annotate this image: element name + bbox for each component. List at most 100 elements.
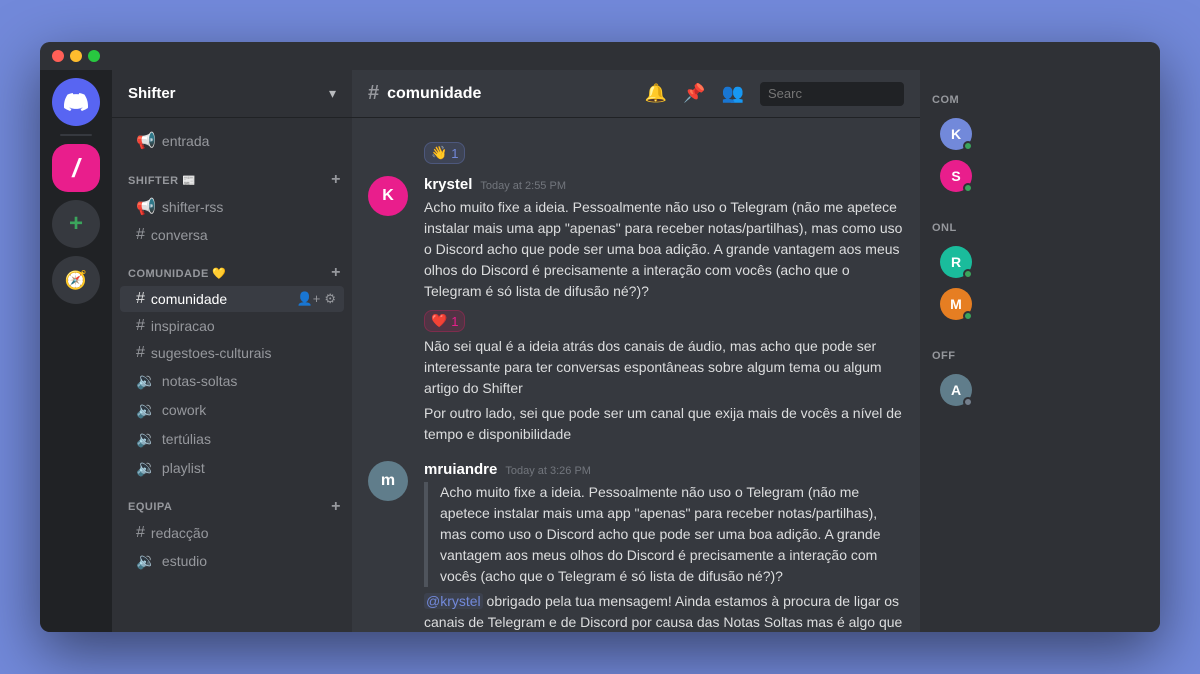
channel-item-inspiracao[interactable]: # inspiracao — [120, 313, 344, 339]
member-avatar-4: M — [940, 288, 972, 320]
avatar-krystel: K — [368, 176, 408, 216]
section-com-label: COM — [932, 94, 1148, 106]
channel-item-tertulias[interactable]: 🔉 tertúlias — [120, 425, 344, 453]
announce-icon: 📢 — [136, 197, 156, 217]
channel-name-entrada: entrada — [162, 133, 336, 149]
member-avatar-2: S — [940, 160, 972, 192]
channel-hash-icon: # — [368, 82, 379, 105]
voice-icon: 🔉 — [136, 400, 156, 420]
server-icon-shifter[interactable]: / — [52, 144, 100, 192]
channel-item-playlist[interactable]: 🔉 playlist — [120, 454, 344, 482]
channel-item-cowork[interactable]: 🔉 cowork — [120, 396, 344, 424]
channel-item-sugestoes-culturais[interactable]: # sugestoes-culturais — [120, 340, 344, 366]
member-item-5[interactable]: A — [932, 370, 1148, 410]
member-item-2[interactable]: S — [932, 156, 1148, 196]
member-item-3[interactable]: R — [932, 242, 1148, 282]
channel-item-redaccao[interactable]: # redacção — [120, 520, 344, 546]
announce-icon: 📢 — [136, 131, 156, 151]
channel-item-entrada[interactable]: 📢 entrada — [120, 127, 344, 155]
channel-name-inspiracao: inspiracao — [151, 318, 336, 334]
channel-name-notas-soltas: notas-soltas — [162, 373, 336, 389]
channel-header-name: comunidade — [387, 85, 481, 103]
section-equipa[interactable]: EQUIPA + — [112, 483, 352, 519]
server-icon-add[interactable]: + — [52, 200, 100, 248]
message-quote-1: Acho muito fixe a ideia. Pessoalmente nã… — [424, 482, 904, 587]
member-avatar-5: A — [940, 374, 972, 406]
channel-name-conversa: conversa — [151, 227, 336, 243]
section-onl: ONL R M — [920, 206, 1160, 334]
add-member-icon[interactable]: 👤+ — [297, 291, 321, 307]
message-text-krystel-3: Por outro lado, sei que pode ser um cana… — [424, 403, 904, 445]
section-comunidade[interactable]: COMUNIDADE 💛 + — [112, 249, 352, 285]
search-input[interactable] — [760, 82, 904, 106]
channel-item-estudio[interactable]: 🔉 estudio — [120, 547, 344, 575]
add-channel-shifter-button[interactable]: + — [328, 172, 344, 188]
hash-icon: # — [136, 290, 145, 308]
status-dot-2 — [963, 183, 973, 193]
server-header[interactable]: Shifter ▾ — [112, 70, 352, 118]
status-dot-3 — [963, 269, 973, 279]
channel-header-actions: 🔔 📌 👥 — [645, 82, 904, 106]
section-off: OFF A — [920, 334, 1160, 420]
avatar-mruiandre: m — [368, 461, 408, 501]
message-timestamp-mruiandre: Today at 3:26 PM — [505, 465, 591, 477]
section-com: COM K S — [920, 78, 1160, 206]
heart-emoji: ❤️ — [431, 313, 447, 329]
message-timestamp-krystel: Today at 2:55 PM — [480, 180, 566, 192]
channel-item-notas-soltas[interactable]: 🔉 notas-soltas — [120, 367, 344, 395]
server-name: Shifter — [128, 85, 176, 102]
member-item-1[interactable]: K — [932, 114, 1148, 154]
heart-count: 1 — [451, 314, 458, 329]
status-dot-1 — [963, 141, 973, 151]
section-shifter[interactable]: SHIFTER 📰 + — [112, 156, 352, 192]
status-dot-4 — [963, 311, 973, 321]
add-channel-comunidade-button[interactable]: + — [328, 265, 344, 281]
close-button[interactable] — [52, 50, 64, 62]
wave-reaction[interactable]: 👋 1 — [424, 142, 465, 164]
channel-name-playlist: playlist — [162, 460, 336, 476]
heart-reaction[interactable]: ❤️ 1 — [424, 310, 465, 332]
hash-icon: # — [136, 344, 145, 362]
server-icon-explore[interactable]: 🧭 — [52, 256, 100, 304]
reaction-area: 👋 1 — [352, 134, 920, 172]
channel-item-comunidade[interactable]: # comunidade 👤+ ⚙ — [120, 286, 344, 312]
notifications-icon[interactable]: 🔔 — [645, 83, 667, 104]
channel-item-conversa[interactable]: # conversa — [120, 222, 344, 248]
settings-icon[interactable]: ⚙ — [324, 291, 336, 307]
section-onl-label: ONL — [932, 222, 1148, 234]
channel-item-shifter-rss[interactable]: 📢 shifter-rss — [120, 193, 344, 221]
mention-krystel: @krystel — [424, 593, 483, 609]
section-comunidade-label: COMUNIDADE 💛 — [128, 267, 227, 280]
member-item-4[interactable]: M — [932, 284, 1148, 324]
message-content-mruiandre: mruiandre Today at 3:26 PM Acho muito fi… — [424, 461, 904, 632]
message-author-mruiandre: mruiandre — [424, 461, 497, 478]
channel-sidebar: Shifter ▾ 📢 entrada SHIFTER 📰 + 📢 shifte… — [112, 70, 352, 632]
channel-actions: 👤+ ⚙ — [297, 291, 336, 307]
messages-area: 👋 1 K krystel Today at 2:55 PM Acho muit… — [352, 118, 920, 632]
chevron-down-icon: ▾ — [329, 85, 336, 102]
message-header-mruiandre: mruiandre Today at 3:26 PM — [424, 461, 904, 478]
channel-name-sugestoes-culturais: sugestoes-culturais — [151, 345, 336, 361]
add-channel-equipa-button[interactable]: + — [328, 499, 344, 515]
server-sidebar: / + 🧭 — [40, 70, 112, 632]
voice-icon: 🔉 — [136, 551, 156, 571]
voice-icon: 🔉 — [136, 429, 156, 449]
minimize-button[interactable] — [70, 50, 82, 62]
message-header-krystel: krystel Today at 2:55 PM — [424, 176, 904, 193]
maximize-button[interactable] — [88, 50, 100, 62]
voice-icon: 🔉 — [136, 371, 156, 391]
pinned-icon[interactable]: 📌 — [683, 83, 705, 104]
message-text-krystel-1: Acho muito fixe a ideia. Pessoalmente nã… — [424, 197, 904, 302]
message-text-krystel-2: Não sei qual é a ideia atrás dos canais … — [424, 336, 904, 399]
wave-emoji: 👋 — [431, 145, 447, 161]
main-content: # comunidade 🔔 📌 👥 👋 1 — [352, 70, 920, 632]
message-group-mruiandre: m mruiandre Today at 3:26 PM Acho muito … — [352, 457, 920, 632]
message-group-krystel: K krystel Today at 2:55 PM Acho muito fi… — [352, 172, 920, 449]
app-body: / + 🧭 Shifter ▾ 📢 entrada SHIFTER 📰 + — [40, 70, 1160, 632]
section-off-label: OFF — [932, 350, 1148, 362]
members-icon[interactable]: 👥 — [722, 83, 744, 104]
server-divider — [60, 134, 92, 136]
status-dot-5 — [963, 397, 973, 407]
wave-count: 1 — [451, 146, 458, 161]
server-icon-discord[interactable] — [52, 78, 100, 126]
